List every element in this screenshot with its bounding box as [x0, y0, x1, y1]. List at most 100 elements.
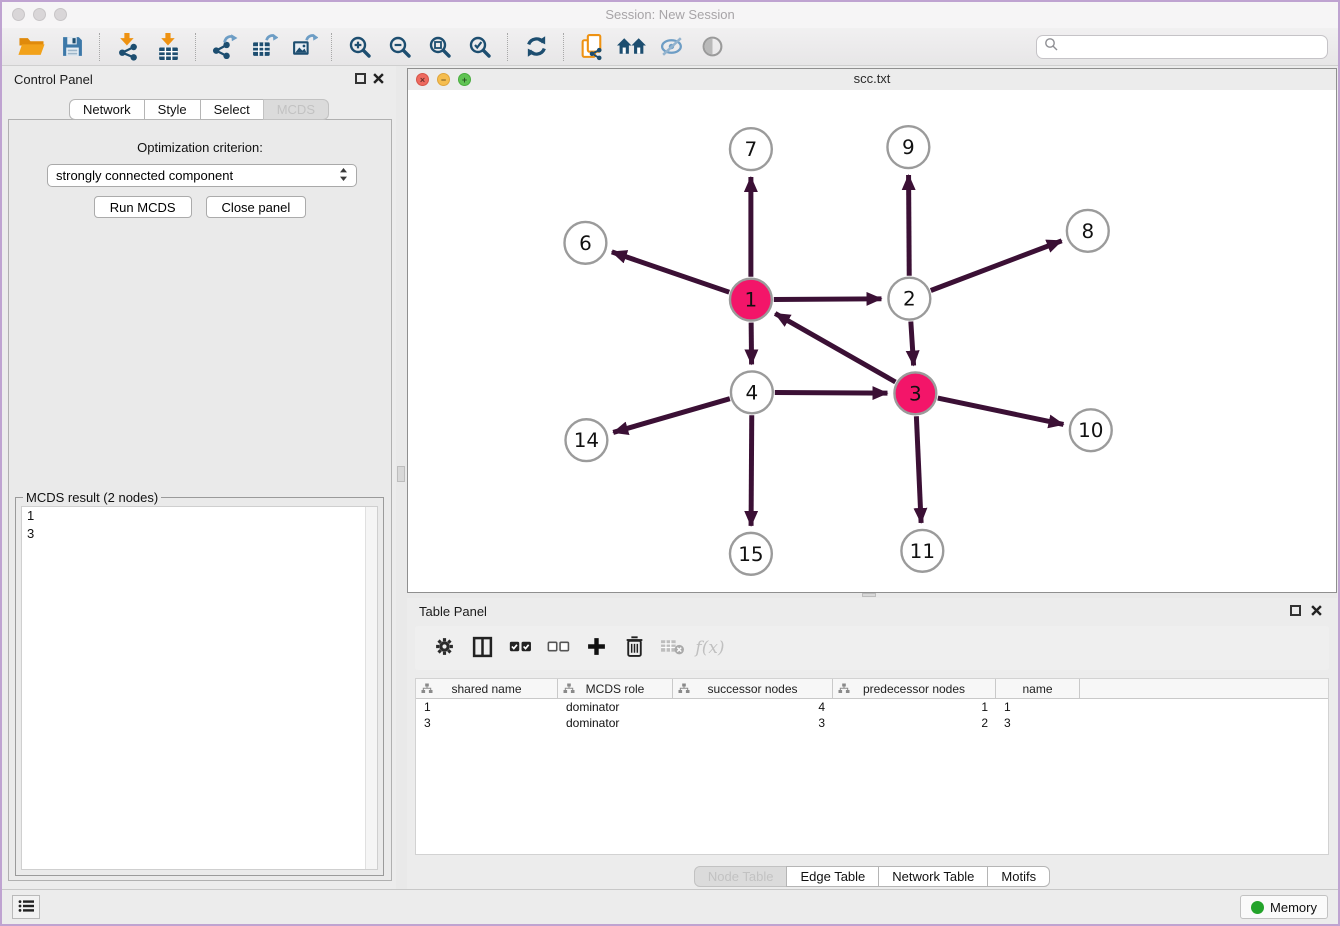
column-header-name[interactable]: name [996, 679, 1080, 698]
control-panel-title: Control Panel [14, 72, 93, 87]
open-folder-button[interactable] [12, 31, 52, 63]
table-row[interactable]: 1dominator411 [416, 699, 1328, 715]
app-window: Session: New Session Control Panel Netwo… [0, 0, 1340, 926]
zoom-out-button[interactable] [380, 31, 420, 63]
close-view-button[interactable]: × [416, 73, 429, 86]
zoom-selected-button[interactable] [460, 31, 500, 63]
graph-node-9[interactable]: 9 [887, 126, 929, 168]
criterion-dropdown[interactable]: strongly connected component [47, 164, 357, 187]
refresh-button[interactable] [516, 31, 556, 63]
edge-3-11[interactable] [916, 416, 921, 523]
refresh-icon [524, 34, 549, 59]
float-panel-icon[interactable] [355, 73, 366, 84]
column-header-mcds-role[interactable]: MCDS role [558, 679, 673, 698]
edge-4-15[interactable] [751, 415, 752, 526]
network-canvas[interactable]: 7 9 6 8 1 2 4 3 14 10 15 11 [408, 90, 1336, 592]
edge-4-3[interactable] [775, 392, 888, 393]
deselect-all-button[interactable] [543, 633, 573, 663]
task-history-button[interactable] [12, 895, 40, 919]
close-panel-icon[interactable] [372, 72, 385, 85]
minimize-view-button[interactable]: − [437, 73, 450, 86]
column-header-shared-name[interactable]: shared name [416, 679, 558, 698]
window-title: Session: New Session [2, 2, 1338, 28]
splitter-handle[interactable] [397, 466, 405, 482]
select-all-button[interactable] [505, 633, 535, 663]
import-table-button[interactable] [148, 31, 188, 63]
graph-node-2[interactable]: 2 [888, 278, 930, 320]
column-header-successor-nodes[interactable]: successor nodes [673, 679, 833, 698]
edge-2-3[interactable] [911, 322, 914, 366]
svg-text:14: 14 [574, 429, 599, 452]
maximize-window-button[interactable] [54, 8, 67, 21]
mcds-result-list: 13 [22, 507, 377, 543]
table-row[interactable]: 3dominator323 [416, 715, 1328, 731]
memory-button[interactable]: Memory [1240, 895, 1328, 919]
import-network-icon [116, 33, 141, 61]
search-box[interactable] [1036, 35, 1328, 59]
toolbar-separator [99, 33, 101, 61]
tab-mcds[interactable]: MCDS [263, 99, 329, 120]
run-mcds-button[interactable]: Run MCDS [94, 196, 192, 218]
graph-node-7[interactable]: 7 [730, 128, 772, 170]
add-button[interactable] [581, 633, 611, 663]
contrast-button[interactable] [692, 31, 732, 63]
edge-4-14[interactable] [613, 399, 730, 433]
zoom-in-button[interactable] [340, 31, 380, 63]
trash-button[interactable] [619, 633, 649, 663]
search-input[interactable] [1063, 38, 1320, 55]
tab-edge-table[interactable]: Edge Table [786, 866, 879, 887]
clone-network-button[interactable] [572, 31, 612, 63]
graph-node-14[interactable]: 14 [565, 419, 607, 461]
save-button[interactable] [52, 31, 92, 63]
network-view-title: scc.txt [408, 69, 1336, 89]
add-icon [586, 636, 607, 660]
graph-node-15[interactable]: 15 [730, 533, 772, 575]
select-all-icon [509, 640, 532, 656]
graph-node-11[interactable]: 11 [901, 530, 943, 572]
tab-network[interactable]: Network [69, 99, 145, 120]
graph-node-10[interactable]: 10 [1070, 409, 1112, 451]
tab-style[interactable]: Style [144, 99, 201, 120]
export-image-button[interactable] [284, 31, 324, 63]
column-header-predecessor-nodes[interactable]: predecessor nodes [833, 679, 996, 698]
columns-button[interactable] [467, 633, 497, 663]
export-table-button[interactable] [244, 31, 284, 63]
edge-2-9[interactable] [909, 175, 910, 276]
edge-3-1[interactable] [775, 313, 895, 382]
node-table: shared nameMCDS rolesuccessor nodesprede… [415, 678, 1329, 855]
mcds-result-box: MCDS result (2 nodes) 13 [15, 497, 384, 876]
home-button[interactable] [612, 31, 652, 63]
tab-motifs[interactable]: Motifs [987, 866, 1050, 887]
edge-1-2[interactable] [774, 299, 882, 300]
vertical-splitter[interactable] [396, 66, 407, 890]
export-table-icon [251, 34, 278, 59]
graph-node-8[interactable]: 8 [1067, 210, 1109, 252]
result-scrollbar[interactable] [365, 507, 377, 869]
graph-node-3[interactable]: 3 [894, 372, 936, 414]
splitter-handle[interactable] [862, 593, 876, 597]
edge-2-8[interactable] [931, 241, 1062, 291]
minimize-window-button[interactable] [33, 8, 46, 21]
clone-network-icon [580, 33, 605, 61]
tab-network-table[interactable]: Network Table [878, 866, 988, 887]
close-panel-icon[interactable] [1310, 604, 1323, 617]
hide-panels-button[interactable] [652, 31, 692, 63]
maximize-view-button[interactable]: + [458, 73, 471, 86]
import-network-button[interactable] [108, 31, 148, 63]
tab-node-table[interactable]: Node Table [694, 866, 788, 887]
close-window-button[interactable] [12, 8, 25, 21]
export-network-button[interactable] [204, 31, 244, 63]
export-image-icon [291, 34, 318, 59]
edge-1-6[interactable] [612, 252, 729, 292]
svg-text:4: 4 [746, 381, 759, 404]
tab-select[interactable]: Select [200, 99, 264, 120]
zoom-fit-button[interactable] [420, 31, 460, 63]
float-panel-icon[interactable] [1290, 605, 1301, 616]
graph-node-4[interactable]: 4 [731, 371, 773, 413]
graph-node-1[interactable]: 1 [730, 279, 772, 321]
gear-button[interactable] [429, 633, 459, 663]
close-panel-button[interactable]: Close panel [206, 196, 307, 218]
edge-3-10[interactable] [938, 398, 1064, 424]
graph-node-6[interactable]: 6 [564, 222, 606, 264]
cell-successor-nodes: 4 [673, 699, 833, 715]
